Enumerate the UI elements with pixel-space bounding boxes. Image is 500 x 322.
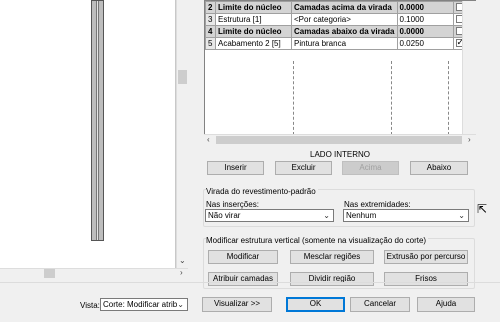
wrapping-title: Virada do revestimento-padrão [206,187,318,196]
mouse-cursor-icon: ⇱ [477,202,488,216]
grid-horizontal-thumb[interactable] [216,136,462,144]
view-label: Vista: [80,301,100,310]
layer-function[interactable]: Limite do núcleo [215,1,292,14]
section-preview [0,0,176,268]
chevron-down-icon: ⌄ [177,300,184,309]
chevron-down-icon: ⌄ [458,211,465,220]
preview-vertical-thumb[interactable] [178,70,187,84]
row-number[interactable]: 4 [205,25,216,38]
insert-button[interactable]: Inserir [207,161,264,175]
layer-thickness[interactable]: 0.1000 [396,13,454,26]
layer-function[interactable]: Estrutura [1] [215,13,292,26]
side-label: LADO INTERNO [310,150,371,159]
layer-thickness[interactable]: 0.0000 [396,1,454,14]
inserts-value: Não virar [208,211,241,220]
reveals-button[interactable]: Frisos [384,272,468,286]
inserts-label: Nas inserções: [206,200,259,209]
row-number[interactable]: 3 [205,13,216,26]
layer-function[interactable]: Acabamento 2 [5] [215,37,292,50]
ends-select[interactable]: Nenhum ⌄ [343,209,469,222]
layer-material[interactable]: Camadas abaixo da virada [291,25,398,38]
assign-layers-button[interactable]: Atribuir camadas [208,272,278,286]
layers-grid[interactable]: 2 Limite do núcleo Camadas acima da virada… [204,0,476,146]
split-region-button[interactable]: Dividir região [290,272,374,286]
wall-section-graphic [91,0,104,241]
table-row[interactable]: 2 Limite do núcleo Camadas acima da virada… [205,1,467,14]
table-row[interactable]: 4 Limite do núcleo Camadas abaixo da virad… [205,25,467,38]
layer-material[interactable]: <Por categoria> [291,13,398,26]
layer-material[interactable]: Camadas acima da virada [291,1,398,14]
ok-button[interactable]: OK [286,297,345,312]
grid-scroll-left-icon[interactable]: ‹ [207,136,210,144]
move-up-button[interactable]: Acima [342,161,399,175]
layer-function[interactable]: Limite do núcleo [215,25,292,38]
view-select[interactable]: Corte: Modificar atrib ⌄ [100,298,188,311]
cancel-button[interactable]: Cancelar [350,297,410,312]
layer-thickness[interactable]: 0.0250 [396,37,454,50]
ends-label: Nas extremidades: [344,200,411,209]
scroll-right-icon[interactable]: › [180,269,183,277]
view-value: Corte: Modificar atrib [103,300,178,309]
grid-vertical-scrollbar[interactable] [462,1,476,135]
footer-divider [0,282,500,283]
chevron-down-icon: ⌄ [323,211,330,220]
ends-value: Nenhum [346,211,377,220]
merge-regions-button[interactable]: Mesclar regiões [290,250,374,264]
table-row[interactable]: 5 Acabamento 2 [5] Pintura branca 0.0250 [205,37,467,50]
preview-horizontal-thumb[interactable] [44,269,55,278]
help-button[interactable]: Ajuda [417,297,475,312]
vertical-structure-title: Modificar estrutura vertical (somente na… [206,236,429,245]
move-down-button[interactable]: Abaixo [410,161,468,175]
grid-scroll-right-icon[interactable]: › [468,136,471,144]
preview-button[interactable]: Visualizar >> [202,297,272,312]
layer-material[interactable]: Pintura branca [291,37,398,50]
inserts-select[interactable]: Não virar ⌄ [205,209,334,222]
sweeps-button[interactable]: Extrusão por percurso [384,250,468,264]
table-row[interactable]: 3 Estrutura [1] <Por categoria> 0.1000 [205,13,467,26]
modify-button[interactable]: Modificar [208,250,278,264]
scroll-down-icon[interactable]: ⌄ [179,257,186,265]
row-number[interactable]: 5 [205,37,216,50]
preview-vertical-scrollbar[interactable] [176,0,188,268]
layer-thickness[interactable]: 0.0000 [396,25,454,38]
preview-horizontal-scrollbar[interactable] [0,268,188,279]
row-number[interactable]: 2 [205,1,216,14]
delete-button[interactable]: Excluir [275,161,332,175]
